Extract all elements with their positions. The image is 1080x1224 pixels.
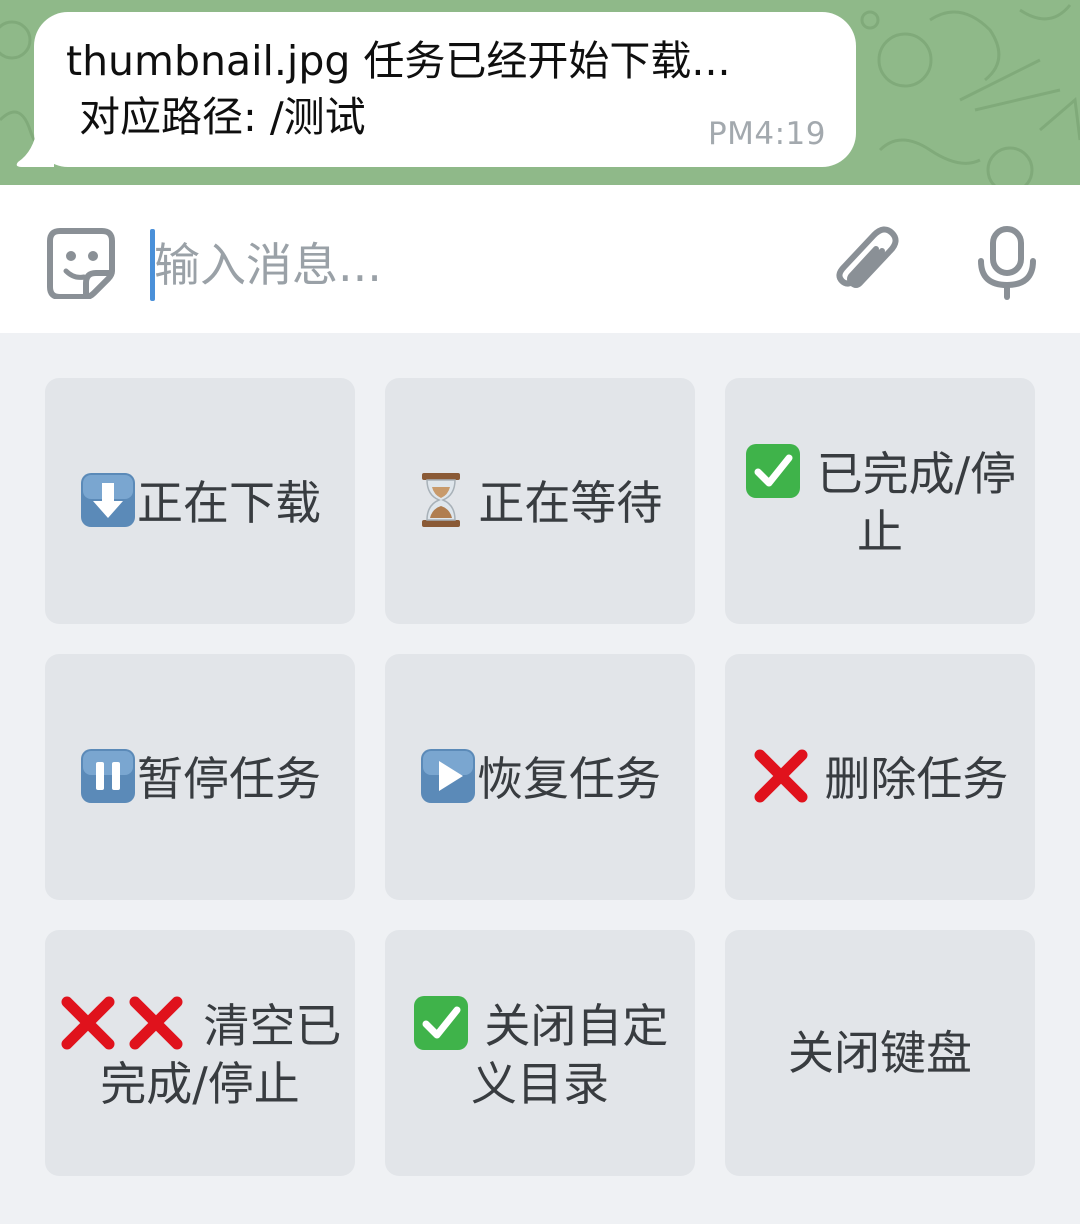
message-bubble[interactable]: thumbnail.jpg 任务已经开始下载... 对应路径: /测试 PM4:… <box>34 12 856 167</box>
resume-task-button[interactable]: 恢复任务 <box>385 654 695 900</box>
sticker-icon[interactable] <box>44 225 118 299</box>
hourglass-icon <box>421 472 460 527</box>
reply-keyboard: 正在下载 正在等待 已完成/停止 暂停任务 恢复任务 删除任务 清空已完成/停止… <box>0 333 1080 1224</box>
check-mark-icon <box>413 995 468 1050</box>
close-custom-directory-label: 关闭自定义目录 <box>471 998 669 1111</box>
message-text-line2: 对应路径: /测试 <box>79 93 366 141</box>
check-mark-icon <box>745 443 800 498</box>
double-cross-mark-icon <box>61 996 183 1049</box>
message-input[interactable] <box>154 229 794 301</box>
completed-stopped-label: 已完成/停止 <box>816 446 1017 559</box>
clear-completed-button[interactable]: 清空已完成/停止 <box>45 930 355 1176</box>
pause-icon <box>81 748 135 803</box>
cross-mark-icon <box>754 749 808 802</box>
delete-task-label: 删除任务 <box>824 751 1009 806</box>
microphone-icon[interactable] <box>975 225 1039 301</box>
paperclip-icon[interactable] <box>830 225 900 299</box>
message-timestamp: PM4:19 <box>707 116 826 152</box>
close-keyboard-button[interactable]: 关闭键盘 <box>725 930 1035 1176</box>
pause-task-label: 暂停任务 <box>137 751 321 806</box>
waiting-button[interactable]: 正在等待 <box>385 378 695 624</box>
chat-background: thumbnail.jpg 任务已经开始下载... 对应路径: /测试 PM4:… <box>0 0 1080 185</box>
resume-task-label: 恢复任务 <box>477 751 661 806</box>
pause-task-button[interactable]: 暂停任务 <box>45 654 355 900</box>
message-input-bar <box>0 185 1080 333</box>
message-text-line1: thumbnail.jpg 任务已经开始下载... <box>66 37 731 85</box>
down-arrow-icon <box>81 472 135 527</box>
downloading-label: 正在下载 <box>137 475 321 530</box>
play-icon <box>421 748 475 803</box>
close-custom-directory-button[interactable]: 关闭自定义目录 <box>385 930 695 1176</box>
close-keyboard-label: 关闭键盘 <box>788 1026 972 1080</box>
delete-task-button[interactable]: 删除任务 <box>725 654 1035 900</box>
downloading-button[interactable]: 正在下载 <box>45 378 355 624</box>
waiting-label: 正在等待 <box>478 475 663 530</box>
completed-stopped-button[interactable]: 已完成/停止 <box>725 378 1035 624</box>
